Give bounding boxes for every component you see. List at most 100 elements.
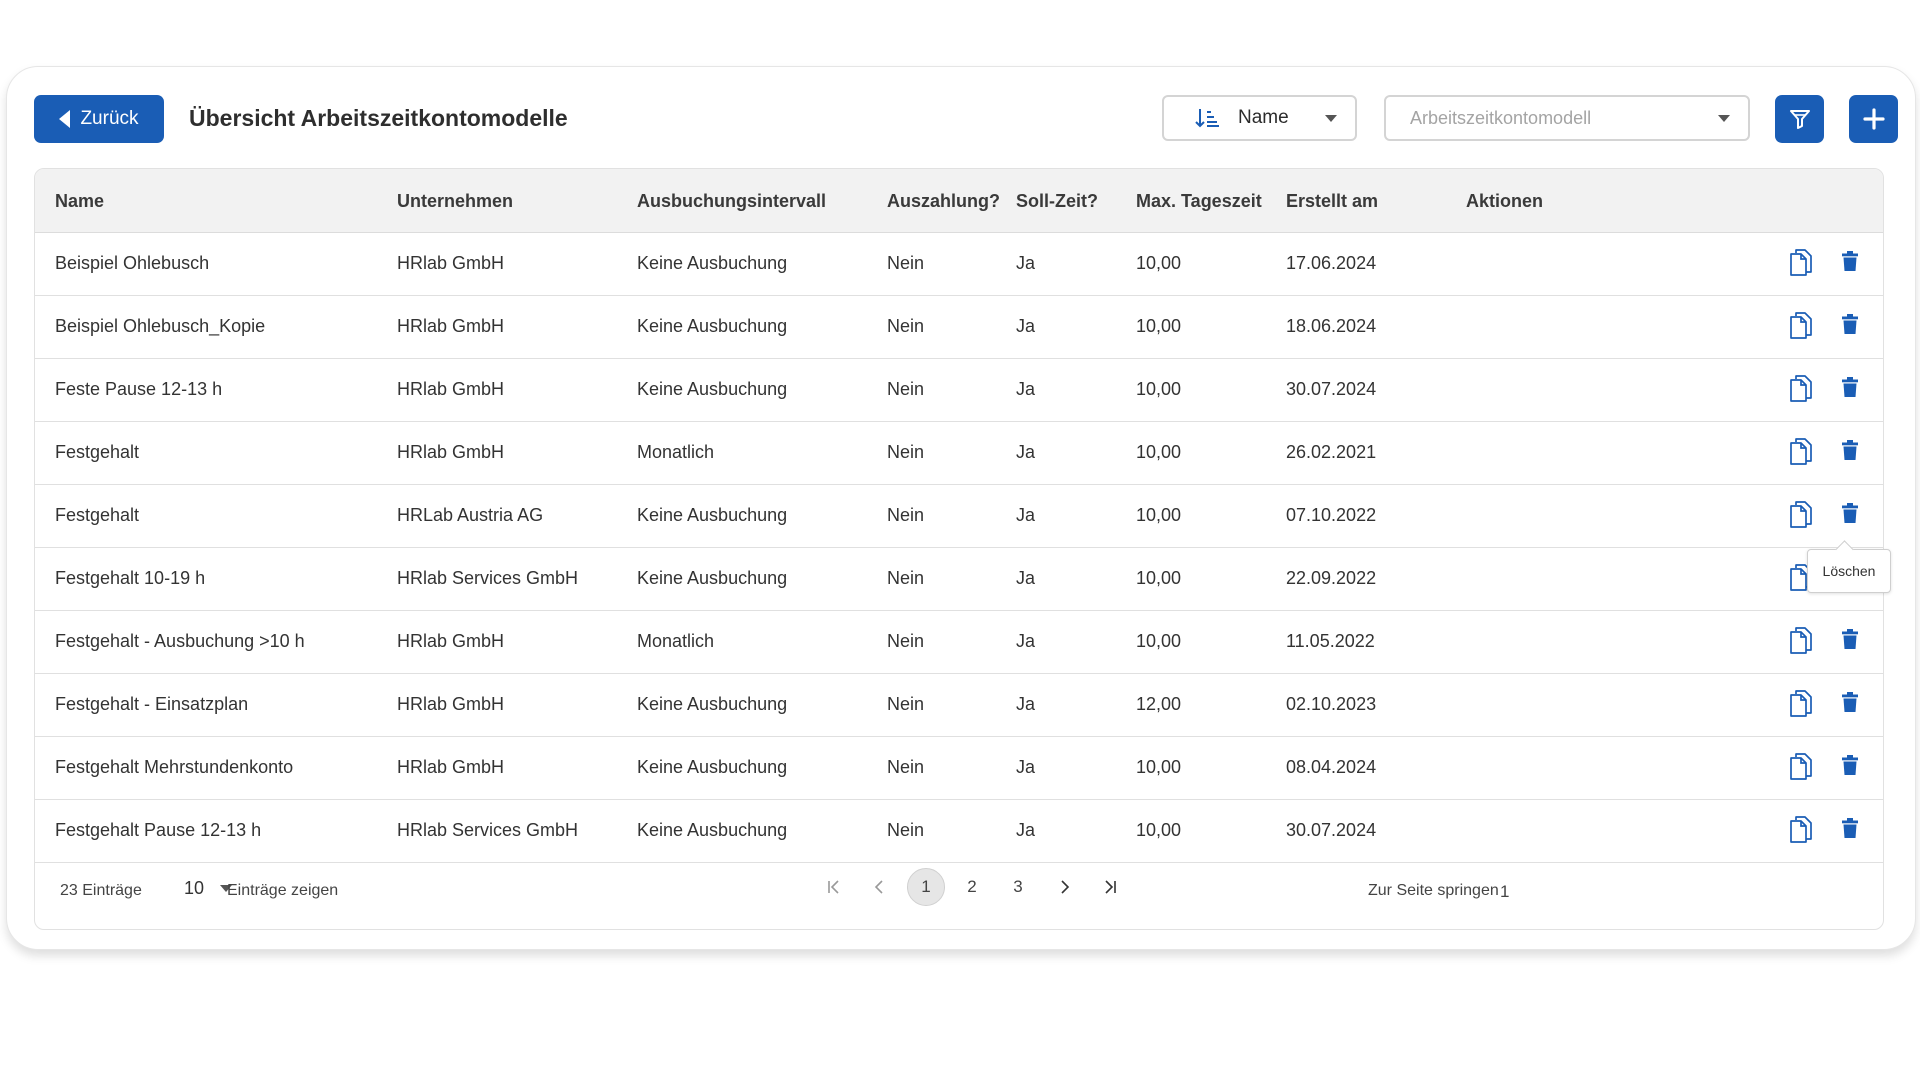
trash-icon[interactable] (1841, 755, 1859, 775)
page-button-1[interactable]: 1 (907, 868, 945, 906)
cell-created: 30.07.2024 (1286, 820, 1377, 840)
table-footer: 23 Einträge 10 Einträge zeigen 1 2 3 Zur… (35, 856, 1883, 928)
caret-left-icon (59, 110, 71, 128)
column-header-payout[interactable]: Auszahlung? (887, 191, 1000, 212)
per-page-label: Einträge zeigen (227, 882, 339, 899)
first-page-button[interactable] (815, 868, 853, 906)
column-header-max-daily[interactable]: Max. Tageszeit (1136, 191, 1262, 212)
back-button[interactable]: Zurück (34, 95, 164, 143)
cell-company: HRlab GmbH (397, 253, 505, 273)
model-select[interactable]: Arbeitszeitkontomodell (1384, 95, 1750, 141)
cell-created: 30.07.2024 (1286, 379, 1377, 399)
column-header-company[interactable]: Unternehmen (397, 191, 513, 212)
copy-icon[interactable] (1789, 815, 1813, 843)
cell-name: Festgehalt (55, 505, 140, 525)
cell-max-daily: 10,00 (1136, 757, 1182, 777)
column-header-interval[interactable]: Ausbuchungsintervall (637, 191, 826, 212)
table-row[interactable]: Festgehalt 10-19 h HRlab Services GmbH Kei… (35, 548, 1883, 611)
cell-created: 18.06.2024 (1286, 316, 1377, 336)
copy-icon[interactable] (1789, 248, 1813, 276)
last-page-button[interactable] (1091, 868, 1129, 906)
jump-to-page-label: Zur Seite springen (1368, 882, 1499, 899)
per-page-select[interactable]: 10 (184, 878, 233, 899)
trash-icon[interactable] (1841, 377, 1859, 397)
copy-icon[interactable] (1789, 374, 1813, 402)
cell-interval: Keine Ausbuchung (637, 505, 788, 525)
cell-company: HRlab GmbH (397, 757, 505, 777)
add-button[interactable] (1849, 95, 1898, 143)
copy-icon[interactable] (1789, 752, 1813, 780)
table-row[interactable]: Festgehalt HRlab GmbH Monatlich Nein Ja 10,00… (35, 422, 1883, 485)
copy-icon[interactable] (1789, 311, 1813, 339)
cell-target-time: Ja (1016, 820, 1036, 840)
jump-to-page-input[interactable]: 1 (1500, 882, 1509, 902)
cell-target-time: Ja (1016, 757, 1036, 777)
cell-target-time: Ja (1016, 694, 1036, 714)
cell-interval: Keine Ausbuchung (637, 316, 788, 336)
cell-interval: Monatlich (637, 631, 715, 651)
cell-target-time: Ja (1016, 505, 1036, 525)
cell-max-daily: 10,00 (1136, 820, 1182, 840)
column-header-target-time[interactable]: Soll-Zeit? (1016, 191, 1098, 212)
cell-company: HRlab GmbH (397, 694, 505, 714)
copy-icon[interactable] (1789, 500, 1813, 528)
filter-button[interactable] (1775, 95, 1824, 143)
table-row[interactable]: Festgehalt - Ausbuchung >10 h HRlab GmbH M… (35, 611, 1883, 674)
cell-max-daily: 10,00 (1136, 253, 1182, 273)
page-button-2[interactable]: 2 (953, 868, 991, 906)
trash-icon[interactable] (1841, 314, 1859, 334)
cell-interval: Keine Ausbuchung (637, 253, 788, 273)
cell-target-time: Ja (1016, 442, 1036, 462)
chevron-down-icon (1325, 114, 1337, 122)
cell-payout: Nein (887, 442, 925, 462)
cell-created: 17.06.2024 (1286, 253, 1377, 273)
trash-icon[interactable] (1841, 629, 1859, 649)
table-header: Name Unternehmen Ausbuchungsintervall Au… (35, 169, 1883, 233)
cell-max-daily: 10,00 (1136, 568, 1182, 588)
chevron-down-icon (1718, 114, 1730, 122)
column-header-created[interactable]: Erstellt am (1286, 191, 1378, 212)
trash-icon[interactable] (1841, 251, 1859, 271)
table-row[interactable]: Festgehalt Pause 12-13 h HRlab Services G… (35, 800, 1883, 863)
trash-icon[interactable] (1841, 818, 1859, 838)
cell-name: Beispiel Ohlebusch_Kopie (55, 316, 266, 336)
copy-icon[interactable] (1789, 626, 1813, 654)
page-header: Zurück Übersicht Arbeitszeitkontomodelle… (7, 67, 1915, 173)
cell-max-daily: 10,00 (1136, 505, 1182, 525)
prev-page-button[interactable] (861, 868, 899, 906)
trash-icon[interactable] (1841, 692, 1859, 712)
trash-icon[interactable] (1841, 440, 1859, 460)
cell-max-daily: 10,00 (1136, 379, 1182, 399)
cell-name: Feste Pause 12-13 h (55, 379, 223, 399)
cell-created: 02.10.2023 (1286, 694, 1377, 714)
cell-name: Festgehalt - Ausbuchung >10 h (55, 631, 305, 651)
cell-company: HRlab GmbH (397, 631, 505, 651)
delete-tooltip: Löschen (1807, 549, 1891, 593)
cell-company: HRlab GmbH (397, 316, 505, 336)
table-row[interactable]: Beispiel Ohlebusch_Kopie HRlab GmbH Keine … (35, 296, 1883, 359)
cell-created: 22.09.2022 (1286, 568, 1377, 588)
cell-max-daily: 10,00 (1136, 631, 1182, 651)
cell-created: 11.05.2022 (1286, 631, 1375, 651)
page-button-3[interactable]: 3 (999, 868, 1037, 906)
page-title: Übersicht Arbeitszeitkontomodelle (189, 105, 568, 131)
sort-select[interactable]: Name (1162, 95, 1357, 141)
cell-payout: Nein (887, 379, 925, 399)
table-row[interactable]: Beispiel Ohlebusch HRlab GmbH Keine Ausbuc… (35, 233, 1883, 296)
first-page-icon (828, 880, 839, 894)
copy-icon[interactable] (1789, 689, 1813, 717)
column-header-actions: Aktionen (1466, 191, 1544, 211)
cell-max-daily: 10,00 (1136, 316, 1182, 336)
table-row[interactable]: Festgehalt - Einsatzplan HRlab GmbH Keine … (35, 674, 1883, 737)
copy-icon[interactable] (1789, 437, 1813, 465)
trash-icon[interactable] (1841, 503, 1859, 523)
next-page-button[interactable] (1045, 868, 1083, 906)
cell-company: HRLab Austria AG (397, 505, 544, 525)
table-row[interactable]: Feste Pause 12-13 h HRlab GmbH Keine Ausbu… (35, 359, 1883, 422)
table-row[interactable]: Festgehalt Mehrstundenkonto HRlab GmbH Kei… (35, 737, 1883, 800)
column-header-name[interactable]: Name (55, 191, 104, 212)
cell-interval: Monatlich (637, 442, 715, 462)
cell-interval: Keine Ausbuchung (637, 820, 788, 840)
table-row[interactable]: Festgehalt HRLab Austria AG Keine Ausbuchu… (35, 485, 1883, 548)
cell-name: Festgehalt (55, 442, 140, 462)
